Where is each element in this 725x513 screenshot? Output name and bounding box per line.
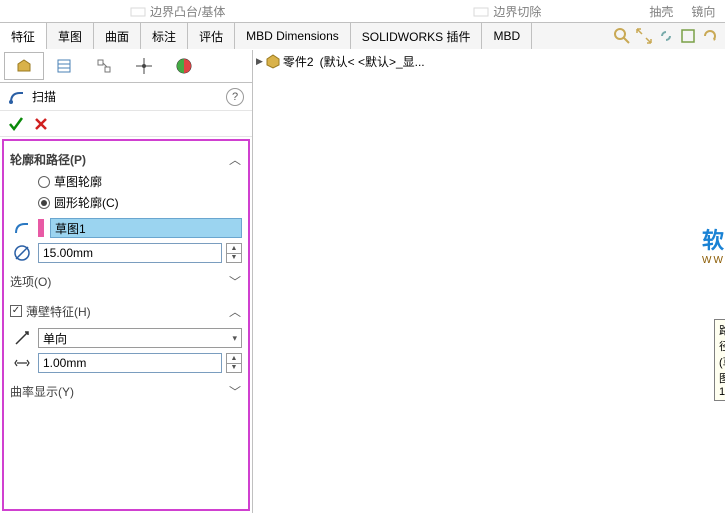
direction-icon [10,328,34,348]
thickness-spinner[interactable]: ▲▼ [226,353,242,373]
path-icon [10,218,34,238]
diameter-field[interactable]: 15.00mm [38,243,222,263]
expand-icon[interactable] [635,27,653,45]
box-icon[interactable] [679,27,697,45]
panel-tab-dim[interactable] [124,52,164,80]
watermark: 软件自学网 WWW.RJZXW.COM [702,223,725,266]
radio-circular-profile[interactable]: 圆形轮廓(C) [10,192,242,213]
breadcrumb-part[interactable]: 零件2 [283,53,314,70]
search-icon[interactable] [613,27,631,45]
tab-mbd-dim[interactable]: MBD Dimensions [235,23,351,49]
help-icon[interactable]: ? [226,88,244,106]
section-thinwall[interactable]: ✓ 薄壁特征(H) ︿ [10,299,242,323]
panel-tab-appearance[interactable] [164,52,204,80]
ok-button[interactable] [8,116,24,132]
chevron-up-icon: ︿ [228,304,242,318]
direction-dropdown[interactable]: 单向 ▾ [38,328,242,348]
panel-tab-feature[interactable] [4,52,44,80]
ribbon-tabs: 特征 草图 曲面 标注 评估 MBD Dimensions SOLIDWORKS… [0,22,725,49]
tab-surface[interactable]: 曲面 [94,23,141,49]
path-callout[interactable]: 路径(草图1) [714,319,725,401]
panel-tab-config[interactable] [84,52,124,80]
panel-tab-properties[interactable] [44,52,84,80]
thickness-field[interactable]: 1.00mm [38,353,222,373]
radio-sketch-profile[interactable]: 草图轮廓 [10,171,242,192]
property-panel: 扫描 ? 轮廓和路径(P) ︿ 草图轮廓 圆形轮廓(C) 草图1 [0,49,252,513]
refresh-icon[interactable] [701,27,719,45]
chevron-down-icon: ﹀ [228,384,242,398]
feature-title: 扫描 [32,88,56,105]
section-options[interactable]: 选项(O) ﹀ [10,269,242,293]
disabled-toolbar: 边界凸台/基体 边界切除 抽壳 镜向 [0,0,725,22]
selection-indicator [38,219,44,237]
tab-features[interactable]: 特征 [0,23,47,49]
chevron-down-icon: ﹀ [228,274,242,288]
thickness-icon [10,353,34,373]
tab-sketch[interactable]: 草图 [47,23,94,49]
sweep-options-highlighted: 轮廓和路径(P) ︿ 草图轮廓 圆形轮廓(C) 草图1 15.00mm ▲▼ 选… [2,139,250,511]
thinwall-checkbox[interactable]: ✓ [10,305,22,317]
tab-evaluate[interactable]: 评估 [188,23,235,49]
part-icon [265,53,281,69]
panel-tab-strip [0,49,252,83]
chevron-up-icon: ︿ [228,152,242,166]
tab-annotate[interactable]: 标注 [141,23,188,49]
path-field[interactable]: 草图1 [50,218,242,238]
link-icon[interactable] [657,27,675,45]
breadcrumb-config[interactable]: (默认< <默认>_显... [320,53,425,70]
tab-addins[interactable]: SOLIDWORKS 插件 [351,23,483,49]
graphics-viewport[interactable]: ▶ 零件2 (默认< <默认>_显... ➤ 路径(草图1) 软件自学网 WWW… [252,49,725,513]
breadcrumb-arrow[interactable]: ▶ [256,56,263,67]
sweep-icon [8,88,26,106]
chevron-down-icon: ▾ [232,333,237,344]
section-profile-path[interactable]: 轮廓和路径(P) ︿ [10,147,242,171]
section-curvature[interactable]: 曲率显示(Y) ﹀ [10,379,242,403]
cancel-button[interactable] [34,117,48,131]
tab-mbd[interactable]: MBD [482,23,532,49]
diameter-spinner[interactable]: ▲▼ [226,243,242,263]
diameter-icon [10,243,34,263]
